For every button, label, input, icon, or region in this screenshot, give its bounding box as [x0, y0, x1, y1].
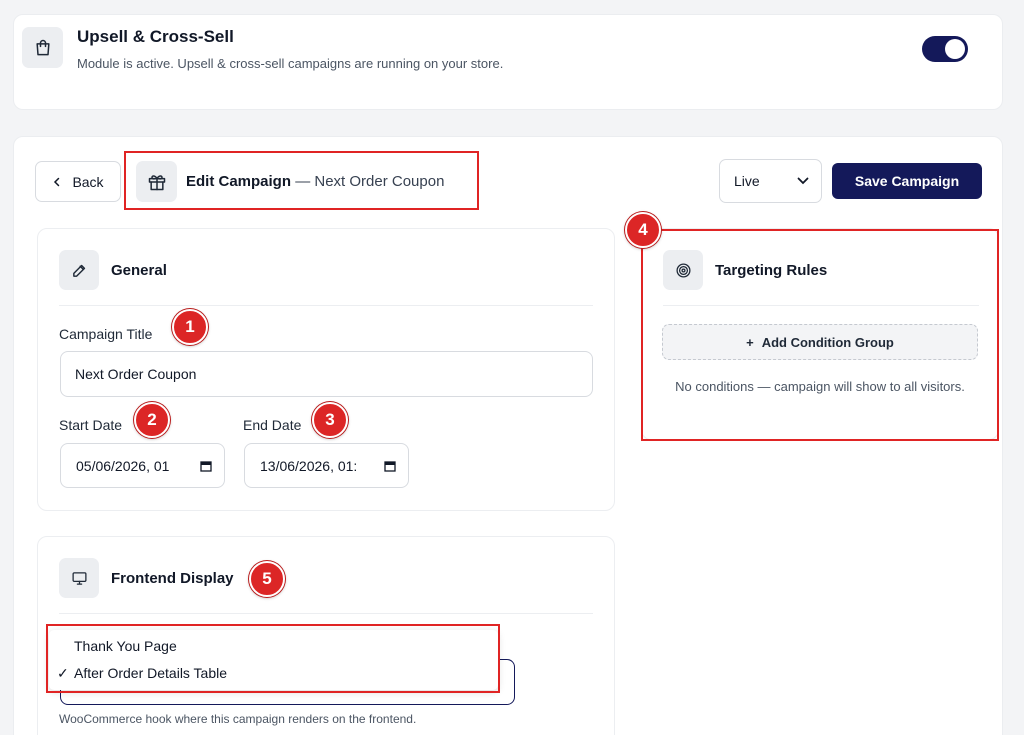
targeting-divider [663, 305, 979, 306]
annotation-badge-1: 1 [172, 309, 208, 345]
end-date-label: End Date [243, 417, 302, 433]
display-divider [59, 613, 593, 614]
page-title: Edit Campaign — Next Order Coupon [186, 173, 444, 190]
campaign-title-label: Campaign Title [59, 326, 153, 342]
module-toggle[interactable] [922, 36, 968, 62]
chevron-down-icon [797, 177, 809, 185]
check-icon: ✓ [57, 665, 69, 681]
start-date-value: 05/06/2026, 01 [76, 457, 170, 474]
calendar-icon [384, 460, 396, 472]
campaign-title-input[interactable]: Next Order Coupon [60, 351, 593, 397]
frontend-display-title: Frontend Display [111, 570, 234, 587]
toggle-knob [945, 39, 965, 59]
module-title: Upsell & Cross-Sell [77, 27, 234, 46]
add-condition-group-button[interactable]: + Add Condition Group [662, 324, 978, 360]
annotation-badge-3: 3 [312, 402, 348, 438]
general-title: General [111, 262, 167, 279]
target-icon [663, 250, 703, 290]
page-title-campaign: — Next Order Coupon [295, 173, 445, 190]
no-conditions-text: No conditions — campaign will show to al… [675, 379, 965, 394]
targeting-title: Targeting Rules [715, 262, 828, 279]
status-value: Live [734, 173, 760, 189]
monitor-icon [59, 558, 99, 598]
dropdown-option[interactable]: Thank You Page [74, 638, 177, 654]
save-campaign-button[interactable]: Save Campaign [832, 163, 982, 199]
annotation-badge-2: 2 [134, 402, 170, 438]
end-date-value: 13/06/2026, 01: [260, 457, 358, 474]
annotation-badge-4: 4 [625, 212, 661, 248]
add-condition-group-label: Add Condition Group [761, 334, 894, 350]
back-button[interactable]: Back [35, 161, 121, 202]
chevron-left-icon [54, 177, 60, 186]
end-date-input[interactable]: 13/06/2026, 01: [244, 443, 409, 488]
hook-help-text: WooCommerce hook where this campaign ren… [59, 712, 417, 726]
edit-icon [59, 250, 99, 290]
annotation-badge-5: 5 [249, 561, 285, 597]
gift-icon [136, 161, 177, 202]
dropdown-option-selected[interactable]: After Order Details Table [74, 665, 227, 681]
start-date-input[interactable]: 05/06/2026, 01 [60, 443, 225, 488]
general-divider [59, 305, 593, 306]
shopping-bag-icon [22, 27, 63, 68]
back-label: Back [72, 173, 104, 190]
status-select[interactable]: Live [719, 159, 822, 203]
page-title-strong: Edit Campaign [186, 173, 292, 190]
calendar-icon [200, 460, 212, 472]
start-date-label: Start Date [59, 417, 123, 433]
plus-icon: + [746, 334, 754, 350]
module-description: Module is active. Upsell & cross-sell ca… [77, 56, 504, 71]
